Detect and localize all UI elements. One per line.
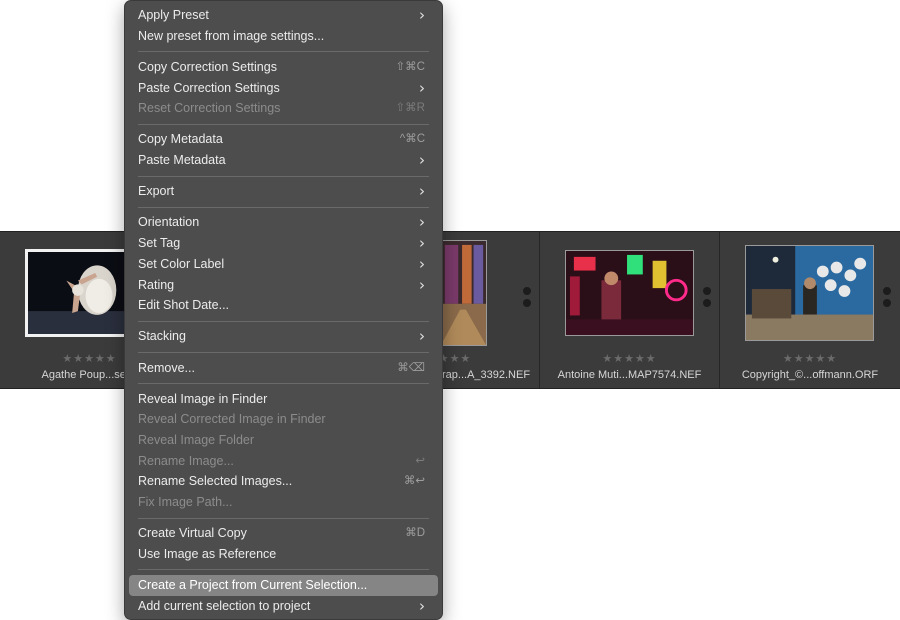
menu-item-copy-metadata[interactable]: Copy Metadata ^⌘C — [129, 129, 438, 150]
chevron-right-icon: › — [419, 182, 425, 201]
menu-item-label: Reveal Corrected Image in Finder — [138, 412, 326, 427]
thumbnail-filename: rap...A_3392.NEF — [442, 369, 531, 381]
menu-separator — [138, 320, 429, 322]
menu-item-reset-correction-settings: Reset Correction Settings ⇧⌘R — [129, 98, 438, 119]
thumbnail-image[interactable] — [25, 249, 127, 337]
menu-item-label: Copy Correction Settings — [138, 59, 277, 74]
menu-item-label: Orientation — [138, 215, 200, 230]
menu-item-label: Export — [138, 184, 175, 199]
menu-item-reveal-image-in-finder[interactable]: Reveal Image in Finder — [129, 389, 438, 410]
menu-item-create-virtual-copy[interactable]: Create Virtual Copy ⌘D — [129, 523, 438, 544]
menu-item-export[interactable]: Export › — [129, 181, 438, 202]
chevron-right-icon: › — [419, 596, 425, 615]
chevron-right-icon: › — [419, 254, 425, 273]
menu-item-fix-image-path: Fix Image Path... — [129, 492, 438, 513]
menu-item-stacking[interactable]: Stacking › — [129, 326, 438, 347]
shortcut-label: ⌘↩ — [403, 475, 425, 488]
menu-separator — [138, 517, 429, 519]
menu-item-label: Reset Correction Settings — [138, 101, 281, 116]
menu-item-edit-shot-date[interactable]: Edit Shot Date... — [129, 295, 438, 316]
menu-separator — [138, 123, 429, 125]
menu-item-label: Add current selection to project — [138, 598, 311, 613]
chevron-right-icon: › — [419, 78, 425, 97]
chevron-right-icon: › — [419, 6, 425, 24]
menu-item-label: Reveal Image Folder — [138, 433, 255, 448]
menu-item-label: Rename Image... — [138, 453, 234, 468]
shortcut-label: ⇧⌘C — [395, 60, 425, 73]
menu-item-label: New preset from image settings... — [138, 28, 325, 43]
more-dots-icon[interactable] — [523, 287, 531, 311]
menu-item-rename-image: Rename Image... ↩ — [129, 451, 438, 472]
context-menu: Apply Preset › New preset from image set… — [124, 0, 443, 620]
menu-item-label: Edit Shot Date... — [138, 298, 230, 313]
menu-separator — [138, 51, 429, 53]
menu-item-set-tag[interactable]: Set Tag › — [129, 233, 438, 254]
menu-item-label: Stacking — [138, 329, 186, 344]
menu-separator — [138, 351, 429, 353]
chevron-right-icon: › — [419, 213, 425, 232]
menu-separator — [138, 569, 429, 571]
menu-item-label: Fix Image Path... — [138, 495, 233, 510]
chevron-right-icon: › — [419, 151, 425, 170]
menu-item-new-preset[interactable]: New preset from image settings... — [129, 26, 438, 47]
thumbnail-cell[interactable]: ★★★★★ Antoine Muti...MAP7574.NEF — [540, 232, 720, 388]
menu-item-reveal-image-folder: Reveal Image Folder — [129, 430, 438, 451]
chevron-right-icon: › — [419, 275, 425, 294]
shortcut-label: ^⌘C — [399, 133, 425, 146]
menu-item-use-image-as-reference[interactable]: Use Image as Reference — [129, 544, 438, 565]
menu-item-create-project-from-selection[interactable]: Create a Project from Current Selection.… — [129, 575, 438, 596]
menu-item-label: Apply Preset — [138, 8, 209, 22]
menu-item-label: Set Tag — [138, 236, 181, 251]
menu-item-rating[interactable]: Rating › — [129, 275, 438, 296]
menu-item-label: Rename Selected Images... — [138, 474, 293, 489]
menu-separator — [138, 175, 429, 177]
shortcut-label: ↩ — [415, 454, 425, 467]
menu-separator — [138, 206, 429, 208]
menu-item-remove[interactable]: Remove... ⌘⌫ — [129, 358, 438, 379]
menu-item-paste-correction-settings[interactable]: Paste Correction Settings › — [129, 78, 438, 99]
menu-item-label: Paste Metadata — [138, 153, 226, 168]
menu-item-paste-metadata[interactable]: Paste Metadata › — [129, 150, 438, 171]
menu-item-label: Paste Correction Settings — [138, 80, 280, 95]
star-rating[interactable]: ★★★★★ — [720, 352, 900, 365]
thumbnail-filename: Copyright_©...offmann.ORF — [741, 369, 879, 381]
menu-item-label: Copy Metadata — [138, 132, 223, 147]
thumbnail-filename: Antoine Muti...MAP7574.NEF — [557, 369, 702, 381]
menu-item-copy-correction-settings[interactable]: Copy Correction Settings ⇧⌘C — [129, 57, 438, 78]
thumbnail-image[interactable] — [565, 250, 694, 336]
thumbnail-cell[interactable]: ★★★★★ Copyright_©...offmann.ORF — [720, 232, 900, 388]
shortcut-label: ⇧⌘R — [395, 102, 425, 115]
menu-item-orientation[interactable]: Orientation › — [129, 212, 438, 233]
thumbnail-image[interactable] — [440, 240, 487, 346]
menu-item-apply-preset[interactable]: Apply Preset › — [129, 5, 438, 26]
thumbnail-image[interactable] — [745, 245, 874, 341]
menu-item-label: Rating — [138, 277, 175, 292]
menu-separator — [138, 383, 429, 385]
menu-item-label: Set Color Label — [138, 256, 225, 271]
menu-item-label: Create a Project from Current Selection.… — [138, 578, 368, 593]
chevron-right-icon: › — [419, 327, 425, 346]
menu-item-label: Remove... — [138, 360, 195, 375]
menu-item-label: Reveal Image in Finder — [138, 391, 268, 406]
menu-item-reveal-corrected-image: Reveal Corrected Image in Finder — [129, 409, 438, 430]
shortcut-label: ⌘⌫ — [397, 361, 425, 374]
menu-item-set-color-label[interactable]: Set Color Label › — [129, 254, 438, 275]
star-rating[interactable]: ★★★★★ — [540, 352, 719, 365]
shortcut-label: ⌘D — [405, 527, 425, 540]
more-dots-icon[interactable] — [883, 287, 891, 311]
menu-item-label: Use Image as Reference — [138, 547, 277, 561]
menu-item-add-selection-to-project[interactable]: Add current selection to project › — [129, 596, 438, 617]
menu-item-rename-selected-images[interactable]: Rename Selected Images... ⌘↩ — [129, 471, 438, 492]
menu-item-label: Create Virtual Copy — [138, 526, 247, 541]
more-dots-icon[interactable] — [703, 287, 711, 311]
chevron-right-icon: › — [419, 234, 425, 253]
